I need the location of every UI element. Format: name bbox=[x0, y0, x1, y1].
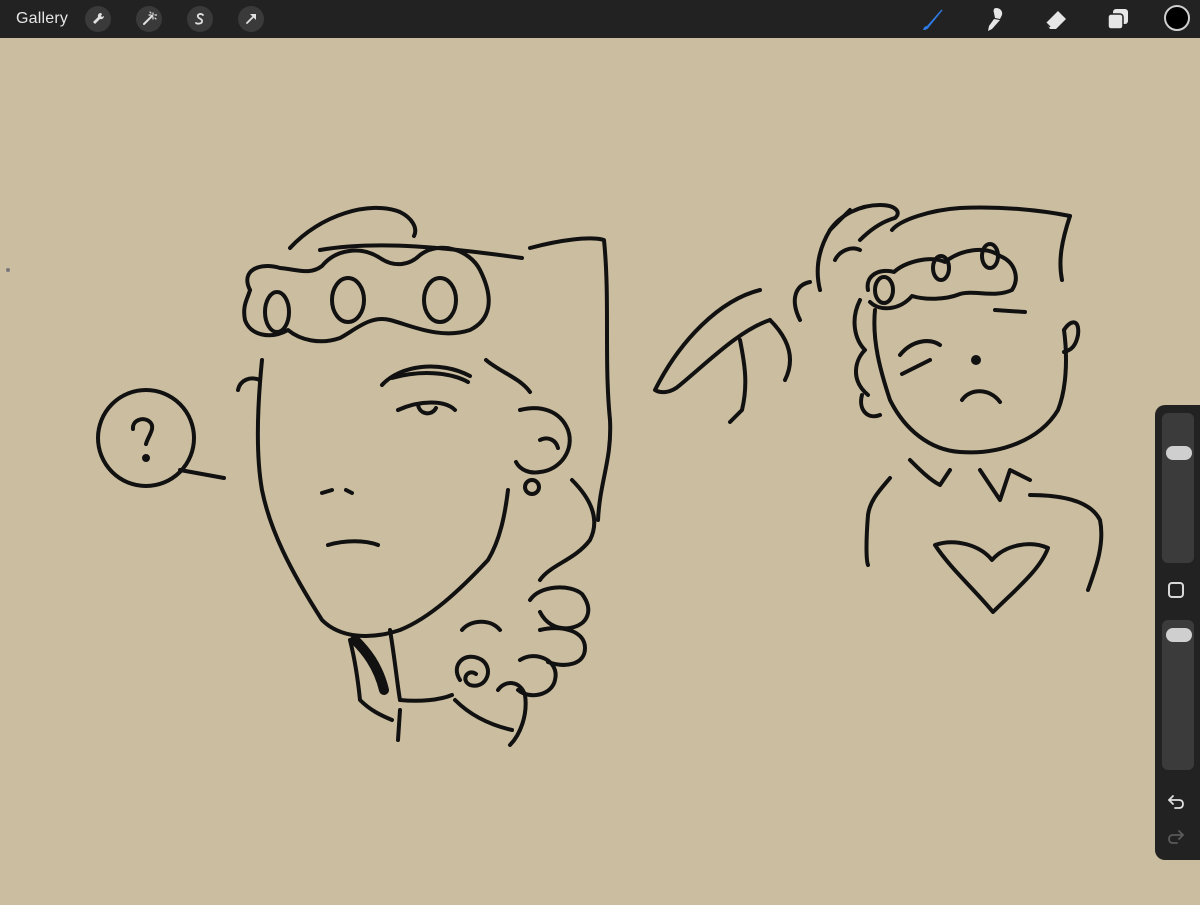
brush-size-slider[interactable] bbox=[1162, 413, 1194, 563]
color-picker-swatch[interactable] bbox=[1164, 5, 1190, 31]
sketch-right-figure bbox=[653, 203, 1104, 614]
undo-icon[interactable] bbox=[1165, 790, 1189, 812]
layers-icon[interactable] bbox=[1104, 5, 1132, 33]
brush-sidebar bbox=[1155, 405, 1200, 860]
smudge-icon[interactable] bbox=[980, 5, 1008, 33]
modify-square-button[interactable] bbox=[1168, 582, 1184, 598]
magic-wand-icon[interactable] bbox=[136, 6, 162, 32]
sketch-question-bubble bbox=[96, 388, 226, 488]
brush-icon[interactable] bbox=[918, 5, 946, 33]
drawing-canvas[interactable] bbox=[0, 38, 1200, 900]
gallery-button[interactable]: Gallery bbox=[16, 10, 68, 28]
brush-size-thumb[interactable] bbox=[1166, 446, 1192, 461]
brush-opacity-thumb[interactable] bbox=[1166, 627, 1192, 642]
arrow-transform-icon[interactable] bbox=[238, 6, 264, 32]
top-toolbar: Gallery bbox=[0, 0, 1200, 38]
redo-icon[interactable] bbox=[1165, 825, 1189, 847]
sketch-left-head bbox=[236, 205, 613, 747]
wrench-icon[interactable] bbox=[85, 6, 111, 32]
eraser-icon[interactable] bbox=[1042, 5, 1070, 33]
brush-opacity-slider[interactable] bbox=[1162, 620, 1194, 770]
selection-s-icon[interactable] bbox=[187, 6, 213, 32]
